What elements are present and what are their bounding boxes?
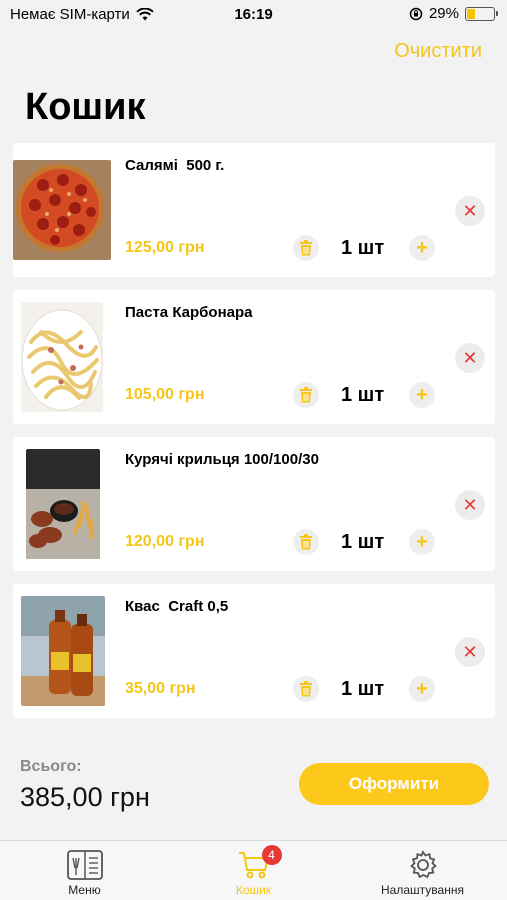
close-icon: ✕	[462, 347, 478, 368]
increase-button[interactable]: +	[409, 676, 435, 702]
menu-book-icon	[66, 849, 103, 881]
item-name: Салямі 500 г.	[125, 157, 225, 174]
item-price: 35,00 грн	[125, 680, 196, 697]
cart-icon: 4	[238, 845, 282, 881]
tab-menu-label: Меню	[68, 883, 101, 897]
cart-badge: 4	[261, 845, 282, 865]
trash-icon	[300, 387, 312, 403]
increase-button[interactable]: +	[409, 235, 435, 261]
tab-cart[interactable]: 4 Кошик	[169, 841, 338, 900]
item-quantity: 1 шт	[341, 237, 385, 259]
decrease-button[interactable]	[293, 676, 319, 702]
plus-icon: +	[416, 678, 428, 700]
close-icon: ✕	[462, 200, 478, 221]
plus-icon: +	[416, 384, 428, 406]
remove-item-button[interactable]: ✕	[455, 637, 485, 667]
trash-icon	[300, 681, 312, 697]
tab-settings[interactable]: Налаштування	[338, 841, 507, 900]
status-right: 29%	[409, 5, 498, 22]
checkout-button[interactable]: Оформити	[299, 763, 489, 805]
total-label: Всього:	[20, 758, 82, 775]
trash-icon	[300, 240, 312, 256]
page-title: Кошик	[25, 86, 146, 128]
item-quantity: 1 шт	[341, 384, 385, 406]
item-image-wings	[26, 449, 100, 559]
item-quantity: 1 шт	[341, 678, 385, 700]
rotation-lock-icon	[409, 7, 423, 20]
item-price: 120,00 грн	[125, 533, 205, 550]
remove-item-button[interactable]: ✕	[455, 196, 485, 226]
plus-icon: +	[416, 531, 428, 553]
decrease-button[interactable]	[293, 529, 319, 555]
battery-level	[467, 8, 475, 19]
item-price: 105,00 грн	[125, 386, 205, 403]
decrease-button[interactable]	[293, 382, 319, 408]
tab-bar: Меню 4 Кошик Налаштування	[0, 840, 507, 900]
increase-button[interactable]: +	[409, 529, 435, 555]
tab-menu[interactable]: Меню	[0, 841, 169, 900]
status-bar: Немає SIM-карти 16:19 29%	[0, 0, 507, 28]
plus-icon: +	[416, 237, 428, 259]
cart-list: Салямі 500 г. 125,00 грн 1 шт + ✕ Паста …	[13, 143, 495, 731]
item-name: Паста Карбонара	[125, 304, 253, 321]
gear-icon	[408, 849, 438, 881]
item-name: Курячі крильця 100/100/30	[125, 451, 319, 468]
cart-item: Квас Craft 0,5 35,00 грн 1 шт + ✕	[13, 584, 495, 718]
item-name: Квас Craft 0,5	[125, 598, 229, 615]
cart-item: Салямі 500 г. 125,00 грн 1 шт + ✕	[13, 143, 495, 277]
clear-cart-button[interactable]: Очистити	[394, 40, 482, 63]
remove-item-button[interactable]: ✕	[455, 343, 485, 373]
item-quantity: 1 шт	[341, 531, 385, 553]
increase-button[interactable]: +	[409, 382, 435, 408]
remove-item-button[interactable]: ✕	[455, 490, 485, 520]
trash-icon	[300, 534, 312, 550]
close-icon: ✕	[462, 494, 478, 515]
item-image-pasta	[21, 302, 103, 412]
total-value: 385,00 грн	[20, 782, 150, 812]
item-image-pizza	[13, 160, 111, 260]
cart-item: Курячі крильця 100/100/30 120,00 грн 1 ш…	[13, 437, 495, 571]
item-price: 125,00 грн	[125, 239, 205, 256]
item-image-kvass	[21, 596, 105, 706]
cart-item: Паста Карбонара 105,00 грн 1 шт + ✕	[13, 290, 495, 424]
decrease-button[interactable]	[293, 235, 319, 261]
battery-percent: 29%	[428, 5, 459, 22]
close-icon: ✕	[462, 641, 478, 662]
tab-settings-label: Налаштування	[381, 883, 464, 897]
battery-icon	[465, 6, 498, 21]
tab-cart-label: Кошик	[235, 883, 272, 897]
